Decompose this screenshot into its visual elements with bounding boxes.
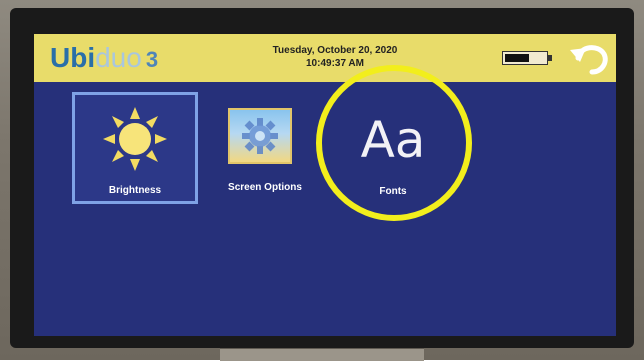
logo-brand: Ubi	[50, 42, 96, 73]
datetime-display: Tuesday, October 20, 2020 10:49:37 AM	[240, 44, 430, 70]
tile-brightness[interactable]: Brightness	[72, 92, 198, 204]
date-text: Tuesday, October 20, 2020	[272, 45, 398, 56]
undo-arrow-icon	[570, 45, 608, 75]
screen-options-icon	[228, 108, 292, 164]
battery-icon	[502, 51, 554, 65]
battery-tip	[548, 55, 552, 61]
tile-label-fonts: Fonts	[379, 186, 407, 197]
time-text: 10:49:37 AM	[306, 58, 364, 69]
tile-label-brightness: Brightness	[108, 185, 162, 196]
tile-fonts[interactable]: Aa Fonts	[330, 92, 456, 204]
fonts-icon: Aa	[360, 111, 426, 169]
tile-screen-options[interactable]: Screen Options	[202, 92, 328, 204]
back-button[interactable]	[564, 36, 614, 80]
app-logo: Ubiduo 3	[50, 41, 158, 77]
sun-icon	[103, 107, 167, 171]
logo-brand-faded: duo	[95, 42, 142, 73]
battery-level	[505, 54, 529, 62]
device-bottom-notch	[220, 348, 424, 361]
device-screen: Ubiduo 3 Tuesday, October 20, 2020 10:49:…	[34, 34, 616, 336]
logo-version: 3	[145, 47, 159, 72]
tile-label-screen-options: Screen Options	[228, 182, 302, 193]
gear-icon	[242, 118, 278, 154]
top-bar: Ubiduo 3 Tuesday, October 20, 2020 10:49:…	[34, 34, 616, 82]
battery-body	[502, 51, 548, 65]
